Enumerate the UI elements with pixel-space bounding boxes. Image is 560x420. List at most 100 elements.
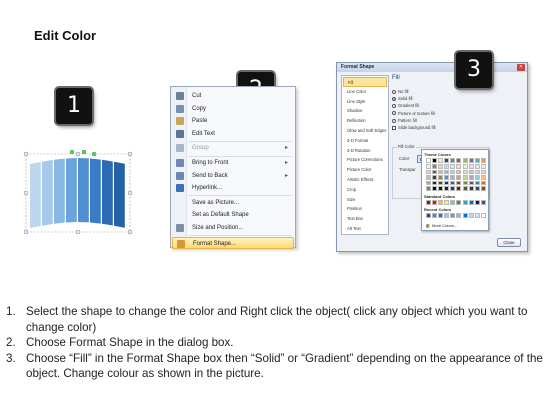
color-swatch[interactable] (444, 164, 450, 169)
color-swatch[interactable] (438, 213, 444, 218)
menu-item-group[interactable]: Group ▸ (172, 142, 294, 154)
radio-button[interactable] (392, 97, 396, 102)
menu-item-paste[interactable]: Paste (172, 115, 294, 127)
color-swatch[interactable] (456, 164, 462, 169)
resize-handle[interactable] (23, 190, 29, 196)
rotate-handle[interactable] (69, 150, 75, 155)
color-swatch[interactable] (426, 213, 431, 218)
color-swatch[interactable] (432, 213, 438, 218)
color-swatch[interactable] (438, 164, 444, 169)
nav-item-picture-color[interactable]: Picture Color (343, 165, 387, 175)
nav-item-picture-corrections[interactable]: Picture Corrections (343, 155, 387, 165)
rotate-handle[interactable] (81, 150, 87, 155)
shape-panel[interactable] (30, 161, 41, 228)
color-swatch[interactable] (468, 200, 474, 205)
color-swatch[interactable] (474, 169, 480, 175)
color-swatch[interactable] (456, 169, 462, 175)
color-swatch[interactable] (456, 180, 462, 186)
color-swatch[interactable] (468, 180, 474, 186)
color-swatch[interactable] (480, 164, 486, 169)
nav-item-glow-and-soft-edges[interactable]: Glow and Soft Edges (343, 126, 387, 136)
resize-handle[interactable] (75, 151, 81, 157)
menu-item-copy[interactable]: Copy (172, 103, 294, 115)
color-swatch[interactable] (432, 158, 438, 163)
color-swatch[interactable] (450, 180, 456, 186)
menu-item-format-shape[interactable]: Format Shape... (172, 236, 294, 249)
menu-item-save-as-picture[interactable]: Save as Picture... (172, 197, 294, 209)
color-swatch[interactable] (444, 200, 450, 205)
color-swatch[interactable] (426, 180, 431, 186)
resize-handle[interactable] (23, 151, 29, 157)
color-swatch[interactable] (480, 175, 486, 180)
nav-item-position[interactable]: Position (343, 204, 387, 214)
color-swatch[interactable] (426, 186, 431, 191)
menu-item-send-to-back[interactable]: Send to Back ▸ (172, 170, 294, 182)
color-swatch[interactable] (444, 186, 450, 191)
nav-item-shadow[interactable]: Shadow (343, 106, 387, 116)
resize-handle[interactable] (23, 229, 29, 235)
nav-item-size[interactable]: Size (343, 195, 387, 205)
color-swatch[interactable] (462, 175, 468, 180)
nav-item-fill[interactable]: Fill (343, 77, 387, 87)
rotate-handle[interactable] (91, 151, 97, 157)
color-swatch[interactable] (438, 169, 444, 175)
selected-shape[interactable] (22, 150, 134, 236)
radio-button[interactable] (392, 118, 396, 123)
nav-item-line-color[interactable]: Line Color (343, 87, 387, 97)
menu-item-hyperlink[interactable]: Hyperlink... (172, 182, 294, 194)
color-swatch[interactable] (426, 158, 431, 163)
checkbox[interactable] (392, 125, 396, 130)
nav-item-crop[interactable]: Crop (343, 185, 387, 195)
menu-item-edit-text[interactable]: Edit Text (172, 128, 294, 140)
color-swatch[interactable] (474, 164, 480, 169)
color-swatch[interactable] (432, 180, 438, 186)
color-swatch[interactable] (444, 175, 450, 180)
color-swatch[interactable] (450, 169, 456, 175)
color-swatch[interactable] (450, 175, 456, 180)
color-swatch[interactable] (450, 158, 456, 163)
fill-option-no-fill[interactable]: No fill (392, 89, 408, 94)
color-swatch[interactable] (450, 200, 456, 205)
bar-shape-graphic[interactable] (22, 150, 134, 236)
fill-option-picture-or-texture-fill[interactable]: Picture or texture fill (392, 111, 435, 116)
color-swatch[interactable] (468, 169, 474, 175)
color-swatch[interactable] (438, 175, 444, 180)
color-swatch[interactable] (438, 186, 444, 191)
color-swatch[interactable] (468, 213, 474, 218)
shape-panel[interactable] (54, 158, 65, 224)
close-icon[interactable]: ✕ (517, 64, 525, 71)
color-swatch[interactable] (462, 186, 468, 191)
color-swatch[interactable] (450, 164, 456, 169)
color-swatch[interactable] (480, 186, 486, 191)
color-swatch[interactable] (426, 175, 431, 180)
color-swatch[interactable] (444, 158, 450, 163)
color-swatch[interactable] (474, 180, 480, 186)
color-swatch[interactable] (474, 200, 480, 205)
color-swatch[interactable] (462, 158, 468, 163)
resize-handle[interactable] (75, 229, 81, 235)
resize-handle[interactable] (127, 190, 133, 196)
color-swatch[interactable] (474, 186, 480, 191)
color-swatch[interactable] (426, 200, 431, 205)
resize-handle[interactable] (127, 229, 133, 235)
fill-option-slide-background-fill[interactable]: Slide background fill (392, 125, 435, 130)
more-colors-option[interactable]: More Colors... (426, 223, 457, 228)
nav-item-3-d-rotation[interactable]: 3-D Rotation (343, 146, 387, 156)
menu-item-bring-to-front[interactable]: Bring to Front ▸ (172, 157, 294, 169)
color-swatch[interactable] (432, 186, 438, 191)
color-swatch[interactable] (432, 169, 438, 175)
color-swatch[interactable] (432, 164, 438, 169)
shape-panel[interactable] (42, 159, 53, 226)
shape-panel[interactable] (78, 158, 89, 223)
color-swatch[interactable] (474, 213, 480, 218)
menu-item-cut[interactable]: Cut (172, 90, 294, 102)
color-swatch[interactable] (456, 213, 462, 218)
color-swatch[interactable] (426, 169, 431, 175)
nav-item-3-d-format[interactable]: 3-D Format (343, 136, 387, 146)
color-swatch[interactable] (474, 175, 480, 180)
color-swatch[interactable] (468, 175, 474, 180)
color-swatch[interactable] (456, 175, 462, 180)
color-swatch[interactable] (480, 169, 486, 175)
radio-button[interactable] (392, 89, 396, 94)
color-swatch[interactable] (456, 186, 462, 191)
